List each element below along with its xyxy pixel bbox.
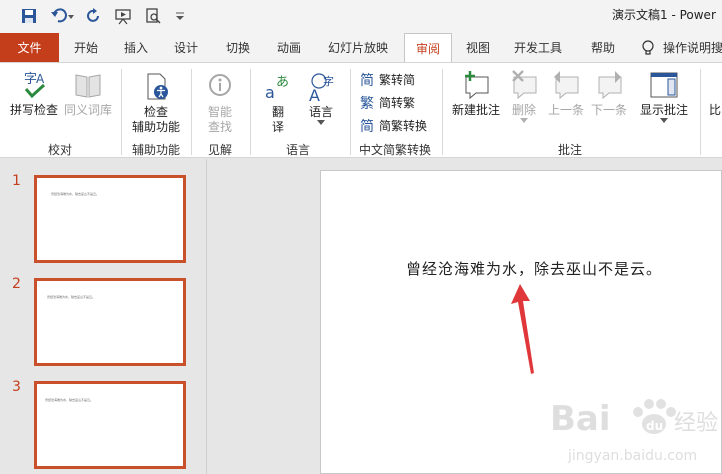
slide-text-box[interactable]: 曾经沧海难为水，除去巫山不是云。 — [406, 258, 662, 279]
powerpoint-window: 演示文稿1 - Power 文件 开始 插入 设计 切换 动画 幻灯片放映 审阅… — [0, 0, 722, 474]
compare-button[interactable]: 比 — [708, 103, 722, 118]
group-label-proofing: 校对 — [48, 143, 73, 157]
svg-text:简: 简 — [360, 72, 374, 87]
redo-icon[interactable] — [84, 6, 104, 26]
svg-text:经验: 经验 — [674, 411, 718, 436]
tab-developer[interactable]: 开发工具 — [506, 33, 570, 62]
next-comment-button[interactable]: 下一条 — [588, 69, 630, 118]
new-comment-icon — [465, 71, 489, 100]
title-bar: 演示文稿1 - Power — [0, 0, 722, 33]
svg-text:A: A — [36, 72, 45, 86]
language-button[interactable]: 字A 语言 — [302, 71, 340, 126]
translate-button[interactable]: aあ 翻 译 — [258, 71, 298, 135]
tab-help[interactable]: 帮助 — [580, 33, 626, 62]
thumbnail-text: 曾经沧海难为水，除去巫山不是云。 — [47, 295, 96, 299]
slide-thumbnail-2[interactable]: 曾经沧海难为水，除去巫山不是云。 — [34, 278, 186, 366]
delete-comment-button[interactable]: 删除 — [504, 69, 544, 124]
save-icon[interactable] — [18, 6, 40, 26]
slide-number: 2 — [12, 276, 21, 292]
thesaurus-button[interactable]: 同义词库 — [60, 69, 116, 118]
tab-animations[interactable]: 动画 — [267, 33, 311, 62]
undo-icon[interactable] — [48, 6, 78, 26]
thumbnail-text: 曾经沧海难为水，除去巫山不是云。 — [45, 398, 94, 402]
tab-file[interactable]: 文件 — [0, 33, 59, 62]
ribbon-tabs: 文件 开始 插入 设计 切换 动画 幻灯片放映 审阅 视图 开发工具 帮助 操作… — [0, 33, 722, 63]
translate-icon: aあ — [265, 74, 291, 102]
smart-lookup-button[interactable]: 智能 查找 — [198, 71, 242, 135]
simplified-to-traditional-icon: 繁 — [360, 96, 374, 110]
chinese-conversion-button[interactable]: 简 简繁转换 — [360, 115, 427, 135]
traditional-to-simplified-icon: 简 — [360, 72, 374, 87]
red-arrow-annotation — [511, 284, 534, 374]
lightbulb-icon — [642, 39, 654, 55]
previous-comment-icon — [554, 71, 579, 100]
tab-slideshow[interactable]: 幻灯片放映 — [318, 33, 398, 62]
check-accessibility-button[interactable]: 检查 辅助功能 — [128, 71, 184, 135]
group-separator — [700, 69, 701, 155]
group-separator — [250, 69, 251, 155]
svg-text:简: 简 — [360, 118, 374, 133]
spelling-check-button[interactable]: 字A 拼写检查 — [8, 69, 60, 118]
svg-text:A: A — [309, 86, 320, 103]
traditional-to-simplified-button[interactable]: 简 繁转简 — [360, 69, 415, 89]
new-comment-button[interactable]: 新建批注 — [450, 69, 502, 118]
tab-insert[interactable]: 插入 — [114, 33, 158, 62]
next-comment-icon — [598, 71, 622, 100]
svg-text:繁: 繁 — [360, 96, 374, 110]
group-separator — [350, 69, 351, 155]
chevron-down-icon — [317, 120, 325, 125]
group-label-comments: 批注 — [558, 143, 583, 157]
window-title: 演示文稿1 - Power — [612, 8, 716, 22]
accessibility-icon — [147, 73, 168, 100]
chinese-conversion-icon: 简 — [360, 118, 374, 133]
tab-home[interactable]: 开始 — [64, 33, 108, 62]
chevron-down-icon — [660, 118, 668, 123]
tell-me-search[interactable]: 操作说明搜 — [641, 33, 722, 62]
baidu-jingyan-watermark: Bai du 经验 jingyan.baidu.com — [550, 399, 718, 464]
customize-dropdown-icon[interactable] — [172, 6, 188, 26]
tab-view[interactable]: 视图 — [458, 33, 498, 62]
group-label-language: 语言 — [286, 143, 311, 157]
svg-text:du: du — [646, 419, 663, 433]
show-comments-button[interactable]: 显示批注 — [636, 69, 692, 124]
group-label-insights: 见解 — [208, 143, 233, 157]
chevron-down-icon — [520, 118, 528, 123]
tell-me-label: 操作说明搜 — [663, 41, 722, 55]
show-comments-icon — [650, 72, 678, 98]
tab-design[interactable]: 设计 — [164, 33, 208, 62]
ribbon-review: 字A 拼写检查 同义词库 校对 检查 辅助功能 辅助功能 智能 查找 见解 aあ… — [0, 62, 722, 158]
svg-text:Bai: Bai — [550, 399, 611, 439]
group-separator — [191, 69, 192, 155]
simplified-to-traditional-button[interactable]: 繁 简转繁 — [360, 92, 415, 112]
delete-comment-icon — [512, 70, 537, 100]
language-icon: 字A — [309, 73, 334, 103]
svg-text:あ: あ — [276, 75, 289, 90]
tab-review[interactable]: 审阅 — [404, 33, 452, 63]
slide-number: 3 — [12, 379, 21, 395]
smart-lookup-icon — [209, 74, 231, 96]
group-label-chinese-conversion: 中文简繁转换 — [359, 143, 432, 157]
presentation-icon[interactable] — [112, 6, 134, 26]
print-preview-icon[interactable] — [142, 6, 164, 26]
thumbnail-text: 曾经沧海难为水，除去巫山不是云。 — [51, 192, 100, 196]
slide-number: 1 — [12, 173, 21, 189]
slide-thumbnail-1[interactable]: 曾经沧海难为水，除去巫山不是云。 — [34, 175, 186, 263]
group-label-accessibility: 辅助功能 — [132, 143, 181, 157]
svg-text:jingyan.baidu.com: jingyan.baidu.com — [567, 448, 697, 464]
book-icon — [75, 74, 101, 98]
slide-thumbnail-3[interactable]: 曾经沧海难为水，除去巫山不是云。 — [34, 381, 186, 469]
svg-text:a: a — [265, 83, 275, 102]
tab-transitions[interactable]: 切换 — [216, 33, 260, 62]
group-separator — [442, 69, 443, 155]
group-separator — [121, 69, 122, 155]
previous-comment-button[interactable]: 上一条 — [545, 69, 587, 118]
svg-text:字: 字 — [323, 74, 334, 88]
spelling-icon: 字A — [24, 72, 46, 99]
